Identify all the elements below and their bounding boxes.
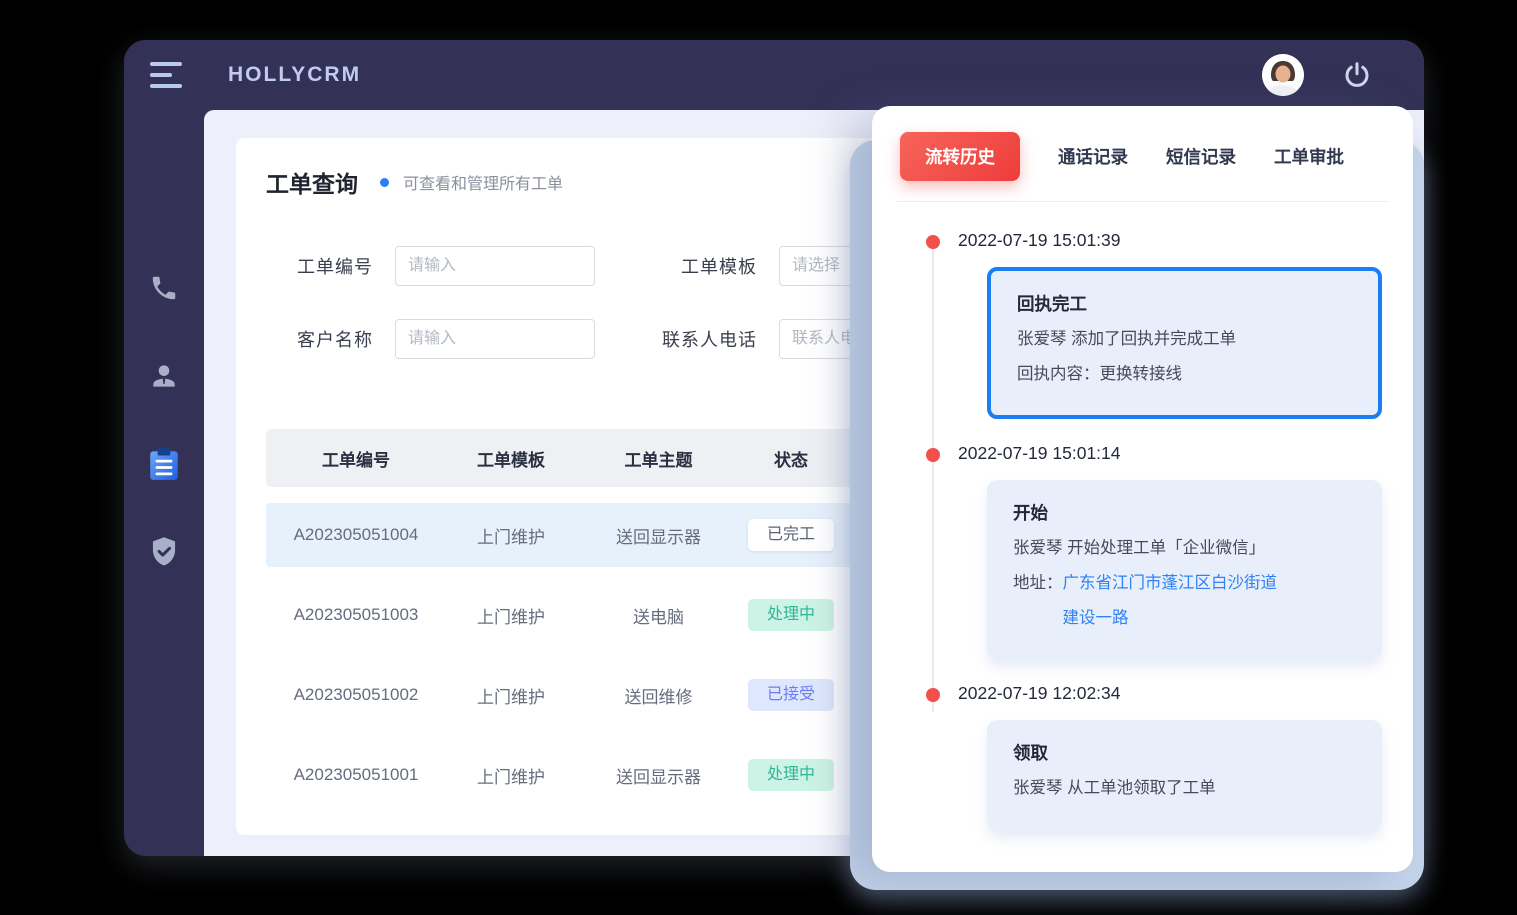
subtitle-dot (380, 178, 389, 187)
timeline-card-line: 地址：广东省江门市蓬江区白沙街道 建设一路 (1013, 566, 1356, 635)
column-header: 工单编号 (266, 446, 446, 471)
timeline-card[interactable]: 领取张爱琴 从工单池领取了工单 (987, 720, 1382, 830)
cell-template: 上门维护 (446, 683, 576, 708)
cell-order_id: A202305051004 (266, 525, 446, 545)
tab-4[interactable]: 工单审批 (1274, 144, 1344, 169)
timeline-text: 张爱琴 从工单池领取了工单 (1013, 771, 1216, 806)
filter-label: 工单模板 (617, 253, 757, 279)
column-header: 工单模板 (446, 446, 576, 471)
status-badge: 处理中 (748, 759, 834, 791)
tabs-divider (896, 201, 1389, 202)
tab-3[interactable]: 短信记录 (1166, 144, 1236, 169)
filter-label: 工单编号 (266, 253, 373, 279)
cell-template: 上门维护 (446, 523, 576, 548)
timeline-entry: 2022-07-19 15:01:14 开始张爱琴 开始处理工单「企业微信」地址：… (926, 443, 1385, 659)
cell-subject: 送回显示器 (576, 763, 741, 788)
cell-status: 已接受 (741, 679, 841, 711)
tab-1[interactable]: 流转历史 (900, 132, 1020, 181)
sidebar-item-customers[interactable] (146, 358, 182, 394)
timeline-card-line: 张爱琴 添加了回执并完成工单 (1017, 322, 1352, 357)
cell-status: 处理中 (741, 599, 841, 631)
panel-tabs: 流转历史 通话记录 短信记录 工单审批 (900, 132, 1385, 181)
filter-input-1[interactable] (395, 246, 595, 286)
timeline-card-title: 领取 (1013, 740, 1356, 765)
cell-status: 已完工 (741, 519, 841, 551)
cell-order_id: A202305051001 (266, 765, 446, 785)
filter-label: 联系人电话 (617, 326, 757, 352)
column-header: 状态 (741, 446, 841, 471)
shield-check-icon (149, 536, 179, 568)
cell-template: 上门维护 (446, 603, 576, 628)
cell-subject: 送电脑 (576, 603, 741, 628)
timeline-text: 张爱琴 开始处理工单「企业微信」 (1013, 531, 1265, 566)
cell-subject: 送回显示器 (576, 523, 741, 548)
menu-icon[interactable] (150, 62, 184, 88)
timeline-card-title: 开始 (1013, 500, 1356, 525)
timeline-entry: 2022-07-19 12:02:34 领取张爱琴 从工单池领取了工单 (926, 683, 1385, 830)
timeline-timestamp: 2022-07-19 12:02:34 (958, 683, 1385, 704)
timeline-dot-icon (926, 688, 940, 702)
timeline-card-line: 回执内容：更换转接线 (1017, 357, 1352, 392)
timeline-text: 地址： (1013, 566, 1063, 635)
cell-subject: 送回维修 (576, 683, 741, 708)
timeline-card-line: 张爱琴 从工单池领取了工单 (1013, 771, 1356, 806)
history-timeline: 2022-07-19 15:01:39 回执完工张爱琴 添加了回执并完成工单回执内… (926, 230, 1385, 830)
tab-2[interactable]: 通话记录 (1058, 144, 1128, 169)
timeline-timestamp: 2022-07-19 15:01:39 (958, 230, 1385, 251)
topbar-actions (1262, 54, 1372, 96)
avatar-image (1262, 54, 1304, 96)
sidebar-item-calls[interactable] (146, 270, 182, 306)
timeline-card[interactable]: 回执完工张爱琴 添加了回执并完成工单回执内容：更换转接线 (987, 267, 1382, 419)
detail-panel: 流转历史 通话记录 短信记录 工单审批 2022-07-19 15:01:39 回执完工… (872, 106, 1413, 872)
status-badge: 已完工 (748, 519, 834, 551)
timeline-text: 回执内容：更换转接线 (1017, 357, 1182, 392)
sidebar (124, 110, 204, 856)
timeline-timestamp: 2022-07-19 15:01:14 (958, 443, 1385, 464)
column-header: 工单主题 (576, 446, 741, 471)
power-icon[interactable] (1342, 60, 1372, 90)
cell-order_id: A202305051002 (266, 685, 446, 705)
address-link[interactable]: 广东省江门市蓬江区白沙街道 建设一路 (1063, 566, 1278, 635)
filter-label: 客户名称 (266, 326, 373, 352)
cell-order_id: A202305051003 (266, 605, 446, 625)
clipboard-icon (147, 446, 181, 482)
status-badge: 处理中 (748, 599, 834, 631)
page-title: 工单查询 (266, 165, 358, 199)
status-badge: 已接受 (748, 679, 834, 711)
sidebar-item-workorders[interactable] (146, 446, 182, 482)
timeline-card-title: 回执完工 (1017, 291, 1352, 316)
timeline-dot-icon (926, 235, 940, 249)
timeline-entry: 2022-07-19 15:01:39 回执完工张爱琴 添加了回执并完成工单回执内… (926, 230, 1385, 419)
timeline-dot-icon (926, 448, 940, 462)
page-subtitle: 可查看和管理所有工单 (403, 170, 563, 194)
timeline-card[interactable]: 开始张爱琴 开始处理工单「企业微信」地址：广东省江门市蓬江区白沙街道 建设一路 (987, 480, 1382, 659)
screenshot-stage: HOLLYCRM (0, 0, 1517, 915)
user-avatar[interactable] (1262, 54, 1304, 96)
topbar: HOLLYCRM (124, 40, 1424, 110)
user-icon (148, 360, 180, 392)
timeline-card-line: 张爱琴 开始处理工单「企业微信」 (1013, 531, 1356, 566)
cell-template: 上门维护 (446, 763, 576, 788)
timeline-text: 张爱琴 添加了回执并完成工单 (1017, 322, 1236, 357)
brand-logo: HOLLYCRM (228, 63, 361, 87)
filter-input-3[interactable] (395, 319, 595, 359)
sidebar-item-security[interactable] (146, 534, 182, 570)
cell-status: 处理中 (741, 759, 841, 791)
phone-icon (149, 273, 179, 303)
